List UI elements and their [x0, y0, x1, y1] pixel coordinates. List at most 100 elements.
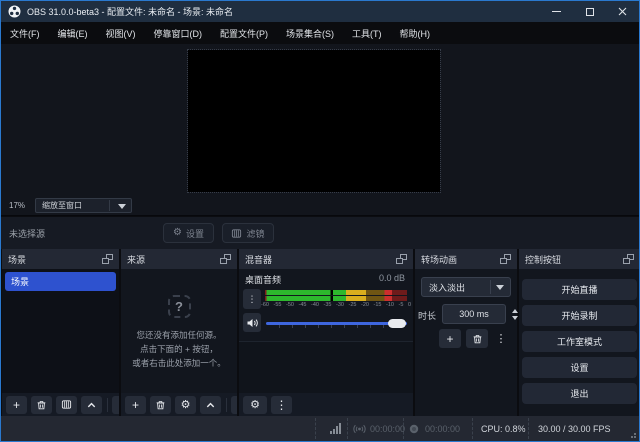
audio-mixer-dock: 混音器 桌面音频 0.0 dB ⋮ -60-55-50-45-40-35-30-… — [239, 249, 413, 416]
minimize-icon — [552, 11, 561, 12]
minimize-button[interactable] — [540, 1, 573, 22]
source-filters-button[interactable]: 滤镜 — [222, 223, 274, 243]
popout-icon[interactable] — [102, 254, 113, 264]
add-scene-button[interactable]: + — [6, 396, 27, 414]
fps-indicator: 30.00 / 30.00 FPS — [538, 424, 611, 434]
volume-slider-handle[interactable] — [388, 319, 406, 328]
mixer-channel-level: 0.0 dB — [379, 273, 405, 283]
window-title: OBS 31.0.0-beta3 - 配置文件: 未命名 - 场景: 未命名 — [27, 5, 233, 18]
exit-button[interactable]: 退出 — [522, 383, 637, 404]
scenes-dock: 场景 场景 + — [2, 249, 119, 416]
cpu-usage: CPU: 0.8% — [481, 424, 526, 434]
source-properties-label: 设置 — [186, 227, 204, 240]
menu-docks[interactable]: 停靠窗口(D) — [145, 22, 212, 44]
scene-list[interactable]: 场景 — [2, 269, 119, 393]
remove-source-button[interactable] — [150, 396, 171, 414]
zoom-mode-dropdown[interactable]: 缩放至窗口 — [35, 198, 132, 213]
menu-tools[interactable]: 工具(T) — [343, 22, 391, 44]
duration-input[interactable]: 300 ms — [442, 304, 506, 324]
add-source-button[interactable]: + — [125, 396, 146, 414]
menu-profile[interactable]: 配置文件(P) — [211, 22, 277, 44]
volume-meter-right — [265, 296, 407, 301]
studio-mode-button[interactable]: 工作室模式 — [522, 331, 637, 352]
menu-file[interactable]: 文件(F) — [1, 22, 49, 44]
controls-dock-header[interactable]: 控制按钮 — [519, 249, 640, 269]
stream-status-icon — [353, 424, 366, 434]
spinner-up-icon[interactable] — [512, 309, 518, 313]
plus-icon: + — [13, 399, 20, 411]
advanced-audio-properties-button[interactable]: ⚙ — [243, 396, 267, 414]
zoom-mode-value: 缩放至窗口 — [42, 200, 82, 211]
sources-dock-header[interactable]: 来源 — [121, 249, 237, 269]
scene-name: 场景 — [11, 275, 29, 288]
start-streaming-button[interactable]: 开始直播 — [522, 279, 637, 300]
menu-scene-collection[interactable]: 场景集合(S) — [277, 22, 343, 44]
mixer-dock-title: 混音器 — [245, 253, 272, 266]
transitions-dock-title: 转场动画 — [421, 253, 457, 266]
scene-list-item-selected[interactable]: 场景 — [5, 272, 116, 291]
preview-area[interactable] — [1, 44, 639, 196]
transition-dropdown[interactable]: 淡入淡出 — [421, 277, 511, 297]
menu-view[interactable]: 视图(V) — [97, 22, 145, 44]
transitions-dock-header[interactable]: 转场动画 — [415, 249, 517, 269]
popout-icon[interactable] — [396, 254, 407, 264]
chevron-down-icon — [496, 285, 504, 290]
popout-icon[interactable] — [500, 254, 511, 264]
vertical-dots-icon: ⋮ — [248, 294, 257, 305]
add-transition-button[interactable]: + — [439, 329, 461, 348]
mixer-channel-menu-button[interactable]: ⋮ — [243, 289, 261, 309]
gear-icon: ⚙ — [173, 228, 182, 238]
double-gear-icon: ⚙ — [250, 399, 260, 411]
network-status-icon — [330, 423, 344, 434]
mixer-dock-header[interactable]: 混音器 — [239, 249, 413, 269]
sources-empty-hint-line1: 您还没有添加任何源。 — [121, 329, 237, 341]
title-bar[interactable]: OBS 31.0.0-beta3 - 配置文件: 未命名 - 场景: 未命名 — [1, 1, 639, 22]
preview-canvas[interactable] — [188, 50, 440, 192]
source-list[interactable]: ? 您还没有添加任何源。 点击下面的 + 按钮， 或者右击此处添加一个。 — [121, 269, 237, 393]
menu-help[interactable]: 帮助(H) — [391, 22, 440, 44]
scene-filters-button[interactable] — [56, 396, 77, 414]
chevron-up-icon — [86, 400, 97, 410]
chevron-down-icon — [118, 204, 126, 209]
maximize-button[interactable] — [573, 1, 606, 22]
close-button[interactable] — [606, 1, 639, 22]
transitions-dock: 转场动画 淡入淡出 时长 300 ms + ⋮ — [415, 249, 517, 416]
scenes-dock-title: 场景 — [8, 253, 26, 266]
mixer-more-button[interactable]: ⋮ — [271, 396, 292, 414]
popout-icon[interactable] — [623, 254, 634, 264]
remove-transition-button[interactable] — [466, 329, 488, 348]
spinner-down-icon[interactable] — [512, 316, 518, 320]
menu-bar: 文件(F) 编辑(E) 视图(V) 停靠窗口(D) 配置文件(P) 场景集合(S… — [1, 22, 639, 44]
scenes-more-button[interactable]: ⋮ — [112, 396, 119, 414]
chevron-up-icon — [205, 400, 216, 410]
sources-toolbar: + ⚙ ⋮ — [121, 393, 237, 416]
resize-grip[interactable] — [628, 430, 636, 438]
volume-slider[interactable] — [266, 317, 407, 329]
filters-icon — [61, 399, 72, 410]
sources-dock: 来源 ? 您还没有添加任何源。 点击下面的 + 按钮， 或者右击此处添加一个。 … — [121, 249, 237, 416]
remove-scene-button[interactable] — [31, 396, 52, 414]
mixer-channel-name: 桌面音频 — [245, 273, 281, 286]
volume-meter-scale: -60-55-50-45-40-35-30-25-20-15-10-50 — [261, 302, 411, 308]
scenes-dock-header[interactable]: 场景 — [2, 249, 119, 269]
no-source-label: 未选择源 — [9, 227, 45, 240]
move-source-up-button[interactable] — [200, 396, 221, 414]
transition-properties-button[interactable]: ⋮ — [494, 329, 508, 348]
menu-edit[interactable]: 编辑(E) — [49, 22, 97, 44]
move-scene-up-button[interactable] — [81, 396, 102, 414]
trash-icon — [472, 333, 483, 345]
source-properties-button[interactable]: ⚙ 设置 — [163, 223, 214, 243]
start-recording-button[interactable]: 开始录制 — [522, 305, 637, 326]
trash-icon — [36, 399, 47, 411]
sources-more-button[interactable]: ⋮ — [231, 396, 237, 414]
zoom-percent: 17% — [9, 201, 25, 210]
popout-icon[interactable] — [220, 254, 231, 264]
source-properties-button[interactable]: ⚙ — [175, 396, 196, 414]
settings-button[interactable]: 设置 — [522, 357, 637, 378]
record-time: 00:00:00 — [425, 424, 460, 434]
gear-icon: ⚙ — [181, 399, 191, 411]
sources-empty-hint-line2: 点击下面的 + 按钮， — [121, 343, 237, 355]
plus-icon: + — [132, 399, 139, 411]
vertical-dots-icon: ⋮ — [496, 332, 507, 345]
mute-button[interactable] — [243, 313, 261, 332]
